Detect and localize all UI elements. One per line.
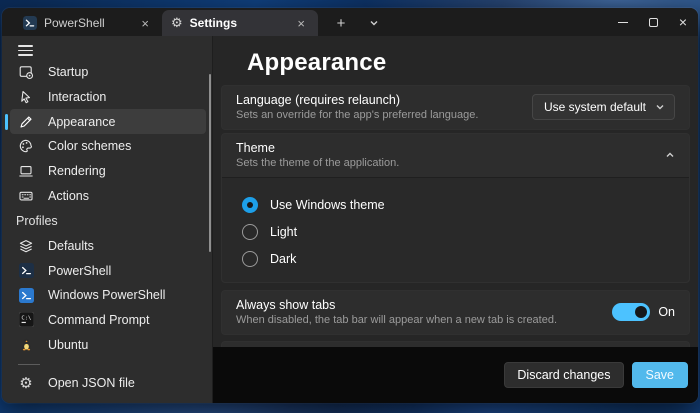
radio-icon [242, 197, 258, 213]
rendering-icon [18, 163, 34, 179]
minimize-icon [618, 22, 628, 23]
radio-label: Dark [270, 252, 296, 266]
tab-powershell-label: PowerShell [44, 16, 105, 30]
sidebar-item-label: Windows PowerShell [48, 288, 165, 302]
sidebar-item-ubuntu[interactable]: Ubuntu [2, 332, 212, 357]
menu-button[interactable] [2, 41, 48, 60]
maximize-button[interactable] [638, 8, 668, 36]
terminal-settings-window: PowerShell × ⚙ Settings × + × Startup [2, 8, 698, 403]
interaction-icon [18, 89, 34, 105]
always-show-tabs-card: Always show tabs When disabled, the tab … [221, 290, 690, 335]
toggle-knob [635, 306, 647, 318]
settings-content-pane: Appearance Language (requires relaunch) … [212, 36, 698, 403]
theme-expander-header[interactable]: Theme Sets the theme of the application. [222, 134, 689, 177]
chevron-up-icon[interactable] [665, 150, 675, 160]
profiles-section-header: Profiles [2, 208, 212, 234]
sidebar-item-label: Actions [48, 189, 89, 203]
sidebar-item-windows-powershell[interactable]: Windows PowerShell [2, 283, 212, 308]
sidebar-item-label: Defaults [48, 239, 94, 253]
sidebar-item-label: Ubuntu [48, 338, 88, 352]
radio-light[interactable]: Light [242, 218, 675, 245]
sidebar-item-defaults[interactable]: Defaults [2, 234, 212, 259]
sidebar-item-command-prompt[interactable]: C:\ Command Prompt [2, 308, 212, 333]
new-tab-button[interactable]: + [326, 10, 356, 36]
color-schemes-icon [18, 138, 34, 154]
startup-icon [18, 64, 34, 80]
language-description: Sets an override for the app's preferred… [236, 109, 478, 121]
settings-nav-sidebar: Startup Interaction Appearance Color sch… [2, 36, 212, 403]
radio-label: Use Windows theme [270, 198, 385, 212]
always-show-tabs-description: When disabled, the tab bar will appear w… [236, 314, 557, 326]
language-setting-card: Language (requires relaunch) Sets an ove… [221, 85, 690, 130]
always-show-tabs-state: On [658, 305, 675, 319]
sidebar-item-actions[interactable]: Actions [2, 183, 212, 208]
radio-label: Light [270, 225, 297, 239]
titlebar: PowerShell × ⚙ Settings × + × [2, 8, 698, 36]
always-show-tabs-label: Always show tabs [236, 298, 557, 312]
sidebar-item-open-json[interactable]: ⚙ Open JSON file [2, 370, 212, 396]
sidebar-item-label: Appearance [48, 115, 115, 129]
radio-icon [242, 251, 258, 267]
language-label: Language (requires relaunch) [236, 93, 478, 107]
sidebar-scrollbar-thumb[interactable] [209, 74, 211, 252]
radio-use-windows-theme[interactable]: Use Windows theme [242, 191, 675, 218]
sidebar-item-label: Open JSON file [48, 376, 135, 390]
powershell-icon [18, 263, 34, 279]
maximize-icon [649, 18, 658, 27]
sidebar-item-label: Color schemes [48, 139, 131, 153]
page-title: Appearance [247, 49, 698, 77]
sidebar-item-label: PowerShell [48, 264, 111, 278]
close-button[interactable]: × [668, 8, 698, 36]
sidebar-item-startup[interactable]: Startup [2, 60, 212, 85]
sidebar-item-interaction[interactable]: Interaction [2, 85, 212, 110]
sidebar-item-color-schemes[interactable]: Color schemes [2, 134, 212, 159]
actions-icon [18, 188, 34, 204]
theme-setting-card: Theme Sets the theme of the application.… [221, 133, 690, 283]
sidebar-item-appearance[interactable]: Appearance [10, 109, 206, 134]
tab-dropdown-button[interactable] [360, 10, 388, 36]
appearance-icon [18, 114, 34, 130]
unsaved-changes-bar: Discard changes Save [213, 347, 698, 403]
minimize-button[interactable] [608, 8, 638, 36]
settings-tab-gear-icon: ⚙ [171, 17, 183, 30]
powershell-tab-icon [23, 16, 37, 30]
tab-settings-close-icon[interactable]: × [293, 16, 309, 31]
tab-powershell-close-icon[interactable]: × [137, 16, 153, 31]
windows-powershell-icon [18, 287, 34, 303]
sidebar-item-label: Interaction [48, 90, 106, 104]
theme-options-group: Use Windows theme Light Dark [222, 177, 689, 282]
ubuntu-icon [18, 337, 34, 353]
sidebar-item-label: Startup [48, 65, 88, 79]
radio-icon [242, 224, 258, 240]
discard-changes-button[interactable]: Discard changes [504, 362, 623, 388]
always-show-tabs-toggle[interactable] [612, 303, 650, 321]
defaults-icon [18, 238, 34, 254]
language-dropdown-value: Use system default [544, 100, 646, 114]
sidebar-item-label: Command Prompt [48, 313, 149, 327]
tab-settings[interactable]: ⚙ Settings × [162, 10, 318, 36]
sidebar-item-label: Rendering [48, 164, 106, 178]
tab-settings-label: Settings [190, 16, 237, 30]
command-prompt-icon: C:\ [18, 312, 34, 328]
theme-label: Theme [236, 141, 399, 155]
sidebar-item-powershell[interactable]: PowerShell [2, 258, 212, 283]
svg-text:C:\: C:\ [21, 316, 31, 322]
sidebar-item-rendering[interactable]: Rendering [2, 159, 212, 184]
tab-powershell[interactable]: PowerShell × [14, 10, 162, 36]
radio-dark[interactable]: Dark [242, 245, 675, 272]
json-gear-icon: ⚙ [18, 375, 34, 391]
language-dropdown[interactable]: Use system default [532, 94, 675, 120]
save-button[interactable]: Save [632, 362, 689, 388]
chevron-down-icon [655, 102, 665, 112]
window-controls: × [608, 8, 698, 36]
theme-description: Sets the theme of the application. [236, 157, 399, 169]
sidebar-divider [18, 364, 40, 365]
close-icon: × [679, 15, 687, 29]
